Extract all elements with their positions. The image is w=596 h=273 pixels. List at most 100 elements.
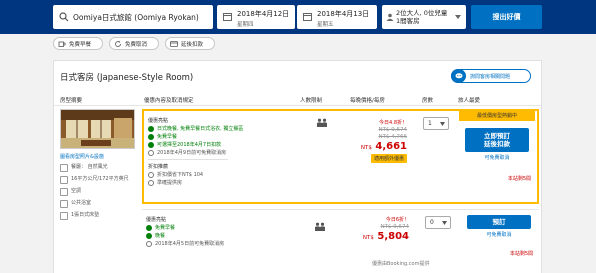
original-price: NT$ 9,674 <box>380 224 409 230</box>
chat-icon <box>451 69 466 83</box>
bed-icon <box>60 212 68 220</box>
check-icon <box>148 134 154 140</box>
info-icon <box>148 150 154 156</box>
check-icon <box>148 142 154 148</box>
room-photo[interactable] <box>60 109 135 149</box>
room-quantity-select[interactable]: 0 <box>425 216 451 229</box>
free-cancel-note: 可免費取消 <box>486 232 512 238</box>
filter-label: 免費取消 <box>125 41 148 48</box>
facility-item: 1張日式床墊 <box>60 212 135 220</box>
discount-label: 今日6折！ <box>385 217 409 223</box>
best-price-banner: 最低價房型熱銷中 <box>459 111 535 121</box>
checkin-date: 2018年4月12日 <box>237 10 290 18</box>
extras-title: 折扣推薦 <box>148 164 169 170</box>
price-block: 今日6折！ NT$ 9,674 NT$ 5,804 <box>339 216 409 242</box>
facility-item: 空調 <box>60 188 135 196</box>
view-icon <box>60 164 68 172</box>
size-icon <box>60 176 68 184</box>
rate-conditions: 優惠亮點 免費早餐 晚餐 2018年4月5日前可免費取消房 <box>146 216 296 249</box>
destination-input[interactable]: Oomiya日式旅館 (Oomiya Ryokan) <box>53 5 213 29</box>
booking-source-note: 優惠由Booking.com提供 <box>372 261 430 267</box>
check-icon <box>146 225 152 231</box>
divider <box>148 159 228 160</box>
extra-item: 折扣價省下NT$ 104 <box>148 172 298 178</box>
rate-option-2: 優惠亮點 免費早餐 晚餐 2018年4月5日前可免費取消房 今日6折！ NT$ … <box>142 209 539 273</box>
header-rooms: 房數 <box>422 98 434 104</box>
photo-link[interactable]: 圖看房型照片&設施 <box>60 153 135 160</box>
checkin-weekday: 星期四 <box>237 22 254 28</box>
guests-selector[interactable]: 2位大人, 0位兒童 1間客房 <box>382 5 466 29</box>
chevron-down-icon <box>440 122 445 126</box>
rooms-count: 1間客房 <box>396 17 420 25</box>
facility-item: 公共浴室 <box>60 200 135 208</box>
tag-icon <box>148 180 154 186</box>
header-occupancy: 人數限制 <box>300 98 323 104</box>
coffee-icon <box>58 41 66 47</box>
aircon-icon <box>60 188 68 196</box>
chevron-down-icon <box>455 15 461 19</box>
calendar-icon <box>223 13 232 21</box>
search-button[interactable]: 搜出好價 <box>471 5 542 29</box>
room-panel: 日式客房 (Japanese-Style Room) 詢問客房相關問題 房型摘要… <box>53 60 542 273</box>
room-info: 圖看房型照片&設施 餐廳： 自然風光 16平方公尺/172平方英尺 空調 公共浴… <box>60 109 135 220</box>
search-bar: Oomiya日式旅館 (Oomiya Ryokan) 2018年4月12日 星期… <box>0 0 596 34</box>
refresh-icon <box>115 40 121 47</box>
facility-item: 餐廳： 自然風光 <box>60 164 135 172</box>
checkout-date: 2018年4月13日 <box>317 10 370 18</box>
checkout-date-field[interactable]: 2018年4月13日 星期五 <box>297 5 377 29</box>
condition-item: 2018年4月5日前可免費取消房 <box>146 241 296 247</box>
checkout-weekday: 星期五 <box>317 22 334 28</box>
room-quantity-select[interactable]: 1 <box>423 117 449 130</box>
extra-discount-tag[interactable]: 適用額外優惠 <box>370 154 407 163</box>
original-price: NT$ 9,674 <box>378 127 407 133</box>
condition-item: 可選擇至2018年4月7日扣款 <box>148 142 298 148</box>
book-now-pay-later-button[interactable]: 立即預訂 延後扣款 <box>465 128 529 152</box>
condition-item: 免費早餐 <box>148 134 298 140</box>
rooms-left: 本站剩5間 <box>509 251 533 257</box>
calendar-icon <box>303 13 312 21</box>
info-icon <box>146 241 152 247</box>
free-cancel-note: 可免費取消 <box>484 155 510 161</box>
room-title: 日式客房 (Japanese-Style Room) <box>60 73 194 83</box>
conditions-title: 優惠亮點 <box>148 118 169 124</box>
filter-label: 免費早餐 <box>69 41 92 48</box>
check-icon <box>148 126 154 132</box>
occupancy-icon <box>315 222 325 231</box>
header-price: 每晚價格/每房 <box>350 98 385 104</box>
bath-icon <box>60 200 68 208</box>
filter-pay-later[interactable]: 延後扣款 <box>165 37 215 50</box>
current-price: NT$ 5,804 <box>362 231 409 242</box>
condition-item: 免費早餐 <box>146 225 296 231</box>
tag-icon <box>148 172 154 178</box>
rooms-left: 本站剩5間 <box>507 176 531 182</box>
ask-question-button[interactable]: 詢問客房相關問題 <box>451 69 531 83</box>
card-icon <box>170 40 178 47</box>
book-button[interactable]: 預訂 <box>467 215 531 229</box>
filter-free-breakfast[interactable]: 免費早餐 <box>53 37 103 50</box>
table-header: 房型摘要 優惠內容及取消規定 人數限制 每晚價格/每房 房數 旅人最愛 <box>54 96 541 106</box>
extra-item: 準確提供房 <box>148 180 298 186</box>
condition-item: 2018年4月9日前可免費取消房 <box>148 150 298 156</box>
filter-label: 延後扣款 <box>181 41 204 48</box>
header-room-type: 房型摘要 <box>60 98 83 104</box>
booking-column: 最低價房型熱銷中 立即預訂 延後扣款 可免費取消 本站剩5間 <box>459 111 535 182</box>
header-conditions: 優惠內容及取消規定 <box>144 98 194 104</box>
conditions-title: 優惠亮點 <box>146 217 167 223</box>
user-icon <box>386 13 394 21</box>
header-guest-favorite: 旅人最愛 <box>458 98 481 104</box>
ask-question-label: 詢問客房相關問題 <box>470 73 511 80</box>
occupancy-icon <box>317 118 327 127</box>
checkin-date-field[interactable]: 2018年4月12日 星期四 <box>217 5 295 29</box>
condition-item: 日式晚餐, 免費早餐日式浴衣, 獨立餐區 <box>148 126 298 132</box>
check-icon <box>146 233 152 239</box>
previous-price: NT$ 4,766 <box>378 134 407 140</box>
guests-count: 2位大人, 0位兒童 <box>396 9 448 17</box>
filter-bar: 免費早餐 免費取消 延後扣款 <box>53 37 215 50</box>
price-block: 今日4.8折！ NT$ 9,674 NT$ 4,766 NT$ 4,661 適用… <box>337 119 407 163</box>
chevron-down-icon <box>442 221 447 225</box>
condition-item: 晚餐 <box>146 233 296 239</box>
facility-item: 16平方公尺/172平方英尺 <box>60 176 135 184</box>
rate-conditions: 優惠亮點 日式晚餐, 免費早餐日式浴衣, 獨立餐區 免費早餐 可選擇至2018年… <box>148 117 298 188</box>
discount-label: 今日4.8折！ <box>379 120 407 126</box>
filter-free-cancel[interactable]: 免費取消 <box>109 37 159 50</box>
